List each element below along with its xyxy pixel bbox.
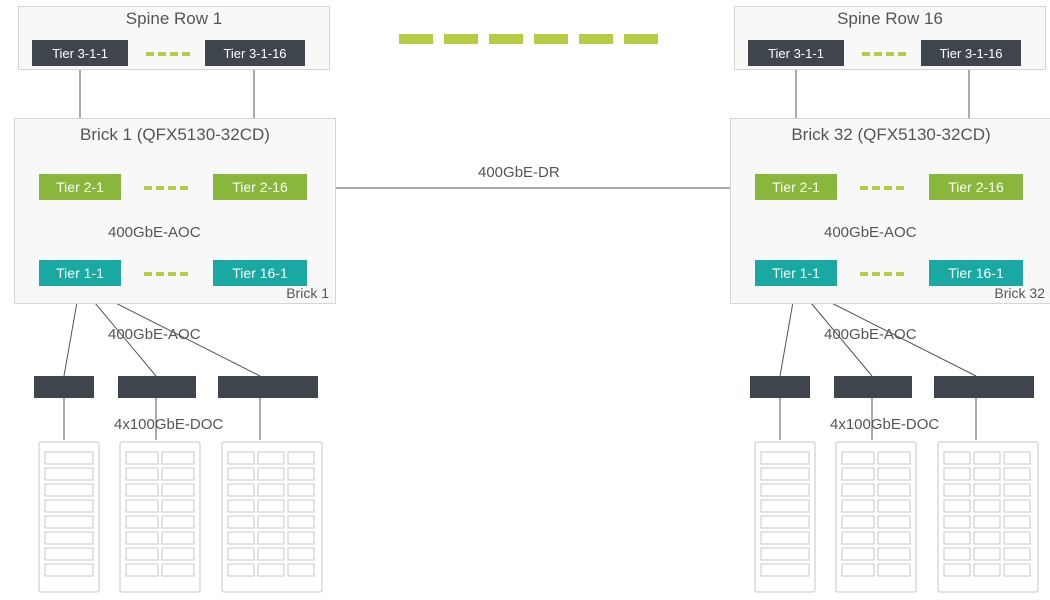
tier2-node: Tier 2-1 [755, 174, 837, 200]
doc-label: 4x100GbE-DOC [114, 416, 223, 433]
continuation-icon [579, 34, 613, 44]
tier1-node: Tier 16-1 [213, 260, 307, 286]
aoc-label: 400GbE-AOC [824, 224, 917, 241]
spine-row-title: Spine Row 1 [19, 9, 329, 29]
server-rack [39, 442, 99, 592]
tor-switch [118, 376, 196, 398]
server-rack [120, 442, 200, 592]
tier3-node: Tier 3-1-1 [32, 40, 128, 66]
ellipsis-icon [144, 272, 188, 276]
aoc-label: 400GbE-AOC [108, 326, 201, 343]
server-rack [755, 442, 815, 592]
tier2-node: Tier 2-16 [929, 174, 1023, 200]
tier2-node: Tier 2-1 [39, 174, 121, 200]
continuation-icon [399, 34, 433, 44]
tor-switch [34, 376, 94, 398]
ellipsis-icon [146, 52, 190, 56]
aoc-label: 400GbE-AOC [824, 326, 917, 343]
tor-switch [834, 376, 912, 398]
tier3-node: Tier 3-1-16 [205, 40, 305, 66]
continuation-icon [534, 34, 568, 44]
diagram-canvas: Spine Row 1 Tier 3-1-1 Tier 3-1-16 Spine… [0, 0, 1050, 600]
tier1-node: Tier 16-1 [929, 260, 1023, 286]
tor-switch [750, 376, 810, 398]
ellipsis-icon [862, 52, 906, 56]
continuation-icon [444, 34, 478, 44]
continuation-icon [489, 34, 523, 44]
brick-tag: Brick 32 [994, 285, 1045, 301]
brick-title: Brick 1 (QFX5130-32CD) [15, 125, 335, 145]
server-rack [836, 442, 916, 592]
tier1-node: Tier 1-1 [755, 260, 837, 286]
ellipsis-icon [144, 186, 188, 190]
ellipsis-icon [860, 272, 904, 276]
ellipsis-icon [860, 186, 904, 190]
server-rack [222, 442, 322, 592]
tor-switch [934, 376, 1034, 398]
brick-tag: Brick 1 [286, 285, 329, 301]
link-dr-label: 400GbE-DR [478, 164, 560, 181]
tier2-node: Tier 2-16 [213, 174, 307, 200]
tier1-node: Tier 1-1 [39, 260, 121, 286]
aoc-label: 400GbE-AOC [108, 224, 201, 241]
server-rack [938, 442, 1038, 592]
doc-label: 4x100GbE-DOC [830, 416, 939, 433]
tor-switch [218, 376, 318, 398]
continuation-icon [624, 34, 658, 44]
tier3-node: Tier 3-1-1 [748, 40, 844, 66]
tier3-node: Tier 3-1-16 [921, 40, 1021, 66]
spine-row-title: Spine Row 16 [735, 9, 1045, 29]
brick-title: Brick 32 (QFX5130-32CD) [731, 125, 1050, 145]
